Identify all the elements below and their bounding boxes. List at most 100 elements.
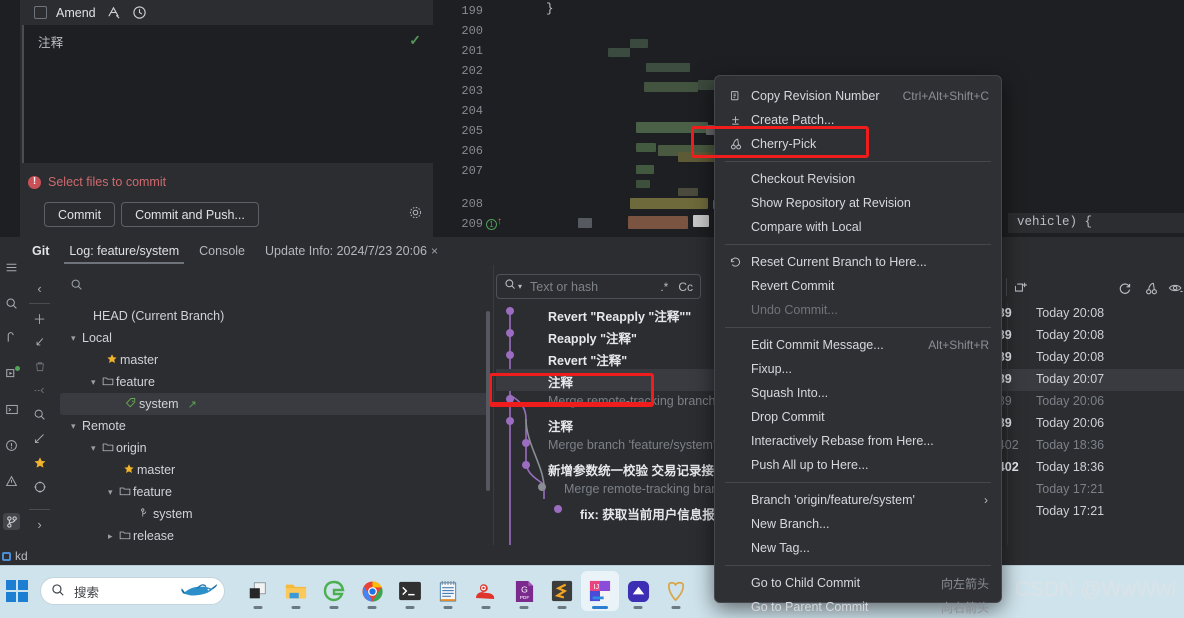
menu-icon[interactable] <box>3 259 20 276</box>
problems-icon[interactable] <box>3 437 20 454</box>
tree-item-feature-system[interactable]: system ↗ <box>60 393 490 415</box>
menu-item-go-to-child-commit[interactable]: Go to Child Commit 向左箭头 <box>715 571 1001 595</box>
tree-group-origin-release[interactable]: ▸ release <box>58 525 492 547</box>
windows-start-icon[interactable] <box>6 580 28 602</box>
menu-item-show-repository-at-revision[interactable]: Show Repository at Revision <box>715 191 1001 215</box>
chevron-down-icon[interactable]: ▾ <box>518 282 522 291</box>
gear-icon[interactable] <box>408 205 423 225</box>
commit-context-menu[interactable]: Copy Revision Number Ctrl+Alt+Shift+C Cr… <box>714 75 1002 603</box>
menu-item-push-all-up-to-here[interactable]: Push All up to Here... <box>715 453 1001 477</box>
chevron-down-icon[interactable]: ▾ <box>71 421 82 432</box>
wps-icon[interactable] <box>657 571 695 611</box>
menu-item-edit-commit-message[interactable]: Edit Commit Message... Alt+Shift+R <box>715 333 1001 357</box>
search-icon <box>504 278 517 296</box>
chevron-down-icon[interactable]: ▾ <box>91 377 102 388</box>
refresh-icon[interactable] <box>1117 278 1134 298</box>
menu-item-label: Go to Parent Commit <box>751 600 868 614</box>
menu-item-branch-origin-feature-system[interactable]: Branch 'origin/feature/system' › <box>715 488 1001 512</box>
internet-explorer-icon[interactable] <box>315 571 353 611</box>
commit-icon[interactable] <box>3 329 20 346</box>
search-icon[interactable] <box>3 295 20 312</box>
amend-checkbox[interactable] <box>34 6 47 19</box>
navigate-icon[interactable] <box>31 478 48 495</box>
cherry-pick-icon[interactable] <box>1143 278 1160 298</box>
branch-tree[interactable]: HEAD (Current Branch) ▾ Local master ▾ f… <box>58 305 492 548</box>
commit-message-input[interactable]: 注释 ✓ <box>22 25 433 163</box>
updater-icon[interactable] <box>619 571 657 611</box>
menu-item-new-tag[interactable]: New Tag... <box>715 536 1001 560</box>
chevron-down-icon[interactable]: ▾ <box>71 333 82 344</box>
show-details-icon[interactable] <box>1168 278 1184 298</box>
tab-update-info-label: Update Info: 2024/7/23 20:06 <box>265 244 427 258</box>
menu-item-squash-into[interactable]: Squash Into... <box>715 381 1001 405</box>
menu-item-cherry-pick[interactable]: Cherry-Pick <box>715 132 1001 156</box>
tab-console[interactable]: Console <box>189 237 255 264</box>
tree-item-origin-master[interactable]: master <box>58 459 492 481</box>
tree-group-remote[interactable]: ▾ Remote <box>58 415 492 437</box>
collapse-all-icon[interactable] <box>31 430 48 447</box>
branch-search-input[interactable] <box>58 272 492 300</box>
menu-item-copy-revision-number[interactable]: Copy Revision Number Ctrl+Alt+Shift+C <box>715 84 1001 108</box>
new-branch-icon[interactable] <box>1014 278 1031 298</box>
chevron-down-icon[interactable]: ▾ <box>91 443 102 454</box>
tree-item-origin-feature-system[interactable]: system <box>58 503 492 525</box>
menu-item-drop-commit[interactable]: Drop Commit <box>715 405 1001 429</box>
tree-item-head[interactable]: HEAD (Current Branch) <box>58 305 492 327</box>
terminal-icon[interactable] <box>391 571 429 611</box>
star-icon <box>123 463 137 478</box>
task-view-icon[interactable] <box>239 571 277 611</box>
regex-toggle[interactable]: .* <box>660 280 668 294</box>
git-branch-icon[interactable] <box>3 513 20 530</box>
taskbar-search-input[interactable]: 搜索 <box>40 577 225 605</box>
watermark-text: CSDN @WwWwl <box>1015 578 1176 602</box>
menu-item-create-patch[interactable]: Create Patch... <box>715 108 1001 132</box>
chevron-down-icon[interactable]: ▾ <box>108 487 119 498</box>
line-number: 200 <box>461 24 483 38</box>
commit-message: Merge branch 'feature/system' <box>548 438 715 452</box>
commit-template-icon[interactable] <box>105 4 122 21</box>
search-icon[interactable] <box>31 406 48 423</box>
branch-tree-scrollbar[interactable] <box>486 311 490 491</box>
menu-item-go-to-parent-commit[interactable]: Go to Parent Commit 向右箭头 <box>715 595 1001 618</box>
commit-message: Merge remote-tracking branch <box>548 394 715 408</box>
commit-button[interactable]: Commit <box>44 202 115 227</box>
menu-item-reset-current-branch-to-here[interactable]: Reset Current Branch to Here... <box>715 250 1001 274</box>
tab-update-info[interactable]: Update Info: 2024/7/23 20:06 × <box>255 237 448 264</box>
close-icon[interactable]: × <box>431 244 438 258</box>
tree-group-local-feature[interactable]: ▾ feature <box>58 371 492 393</box>
menu-item-interactively-rebase-from-here[interactable]: Interactively Rebase from Here... <box>715 429 1001 453</box>
commit-and-push-button[interactable]: Commit and Push... <box>121 202 259 227</box>
warning-icon[interactable] <box>3 473 20 490</box>
add-icon[interactable]: ＋ <box>31 310 48 327</box>
log-filter-input[interactable]: ▾ Text or hash .* Cc <box>496 274 701 299</box>
tree-item-local-master[interactable]: master <box>58 349 492 371</box>
collapse-left-icon[interactable]: ‹ <box>31 280 48 297</box>
menu-item-fixup[interactable]: Fixup... <box>715 357 1001 381</box>
status-branch-indicator[interactable]: kd <box>2 549 28 563</box>
pdf-reader-icon[interactable]: GPDF <box>505 571 543 611</box>
tree-item-label: HEAD (Current Branch) <box>93 309 224 323</box>
tree-item-label: Local <box>82 331 112 345</box>
menu-item-new-branch[interactable]: New Branch... <box>715 512 1001 536</box>
tree-group-local[interactable]: ▾ Local <box>58 327 492 349</box>
tree-group-origin-feature[interactable]: ▾ feature <box>58 481 492 503</box>
notepad-icon[interactable] <box>429 571 467 611</box>
menu-item-checkout-revision[interactable]: Checkout Revision <box>715 167 1001 191</box>
match-case-toggle[interactable]: Cc <box>678 280 693 294</box>
file-explorer-icon[interactable] <box>277 571 315 611</box>
favorites-star-icon[interactable] <box>31 454 48 471</box>
snail-browser-icon[interactable] <box>467 571 505 611</box>
chrome-icon[interactable] <box>353 571 391 611</box>
expand-right-icon[interactable]: › <box>31 516 48 533</box>
chevron-right-icon[interactable]: ▸ <box>108 531 119 542</box>
menu-item-compare-with-local[interactable]: Compare with Local <box>715 215 1001 239</box>
sublime-text-icon[interactable] <box>543 571 581 611</box>
tab-log[interactable]: Log: feature/system <box>59 237 189 264</box>
tree-group-origin[interactable]: ▾ origin <box>58 437 492 459</box>
menu-item-revert-commit[interactable]: Revert Commit <box>715 274 1001 298</box>
terminal-icon[interactable] <box>3 401 20 418</box>
intellij-idea-icon[interactable]: IJ <box>581 571 619 611</box>
fetch-icon[interactable] <box>31 334 48 351</box>
run-icon[interactable] <box>3 365 20 382</box>
history-icon[interactable] <box>131 4 148 21</box>
